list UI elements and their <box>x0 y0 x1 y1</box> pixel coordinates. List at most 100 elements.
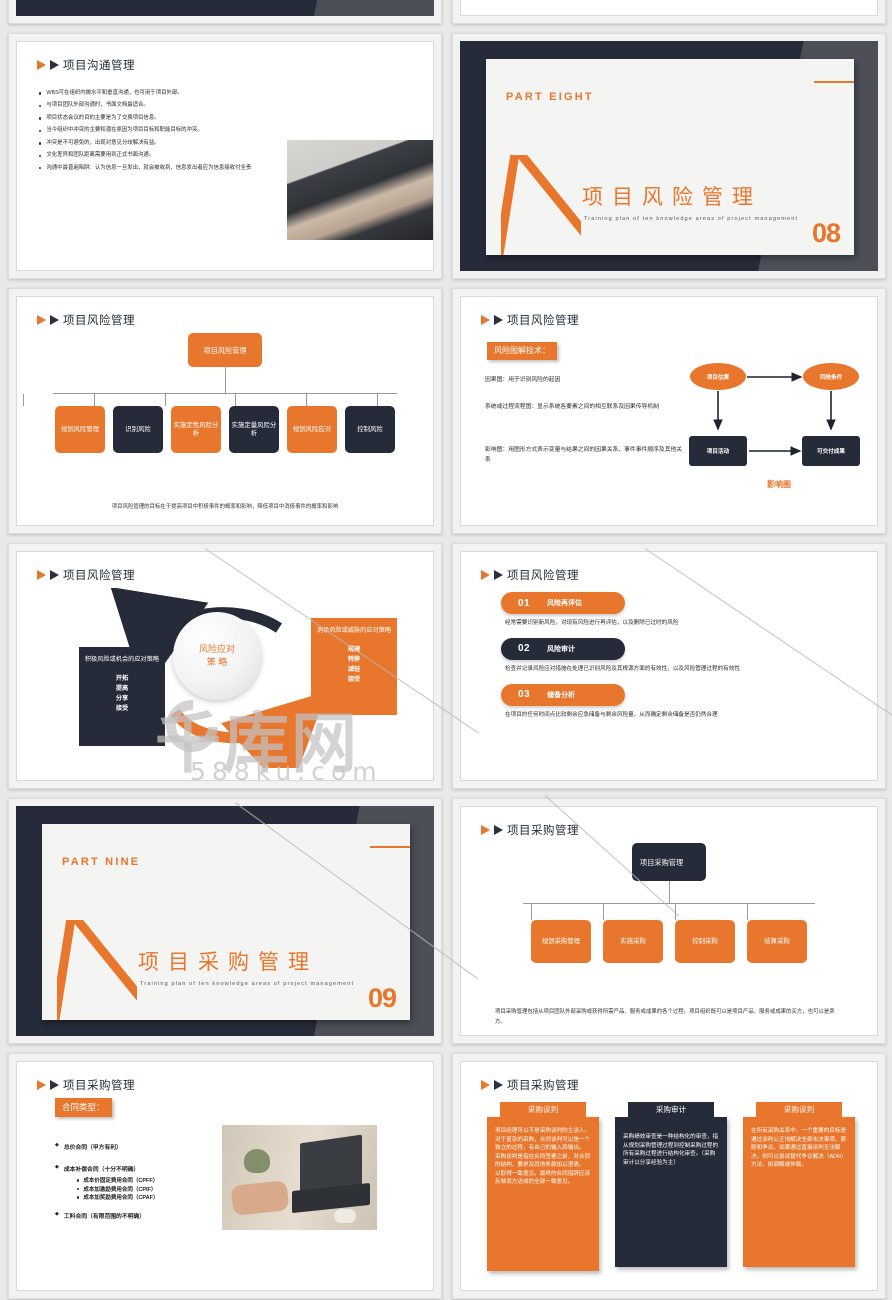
slide-thumbnail-contract-types[interactable]: 项目采购管理 合同类型： ◆ 总价合同（甲方有利） ◆ 成本补偿合同（十分不明确） … <box>8 1053 442 1299</box>
list-item-pill: 02 风险审计 <box>501 637 625 660</box>
chevron-right-dark-icon <box>50 60 59 70</box>
pill-description: 在项目的任何时间点比较剩余应急储备与剩余风险量，从而确定剩余储备是否仍然合理 <box>505 711 718 718</box>
slide-canvas: 项目沟通管理 WBS可在组织内做水平和垂直沟通，也可用于项目外部。 与项目团队外… <box>16 41 434 271</box>
slide-thumbnail-grid: 项目沟通管理 WBS可在组织内做水平和垂直沟通，也可用于项目外部。 与项目团队外… <box>0 0 892 1299</box>
contract-type-list: ◆ 总价合同（甲方有利） ◆ 成本补偿合同（十分不明确） 成本价固定费用合同（CPF… <box>55 1142 235 1224</box>
slide-title: 项目采购管理 <box>507 1080 579 1092</box>
slide-canvas <box>460 0 878 16</box>
slide-thumbnail-risk-diagram[interactable]: 项目风险管理 风险图解技术： 因果图：用于识别风险的起因 系统或过程流程图：显示… <box>452 288 886 534</box>
slide-canvas: 项目风险管理 风险图解技术： 因果图：用于识别风险的起因 系统或过程流程图：显示… <box>460 296 878 526</box>
part-dark-background <box>16 0 434 16</box>
card-body: 采购绩效审查是一种结构化的审查，指从规划采购管理过程到控制采购过程的所有采购过程… <box>615 1117 727 1267</box>
list-item: 与项目团队外部沟通时，书面文档最适合。 <box>39 102 289 109</box>
bullet-dot-icon <box>77 1179 80 1182</box>
slide-thumbnail-procurement-cards[interactable]: 项目采购管理 采购谈判 项目经理可以不是采购谈判的主谈人。 对于复杂的采购，合同… <box>452 1053 886 1299</box>
pill-description: 检查并记录风险应对措施在处理已识别风险及其根源方面的有效性，以及风险管理过程的有… <box>505 665 740 672</box>
diagram-caption: 影响图 <box>767 480 791 489</box>
slide-thumbnail-procurement-org[interactable]: 项目采购管理 项目采购管理 规划采购管理 实施采购 控制采购 结算采购 项目采购… <box>452 798 886 1044</box>
list-item-text: 工料合同（有限范围的不明确） <box>63 1213 146 1220</box>
part-number: 08 <box>811 218 841 248</box>
org-node: 实施采购 <box>603 920 663 963</box>
part-white-panel: PART EIGHT 项目风险管理 Training plan of ten k… <box>486 59 854 255</box>
slide-canvas: 项目采购管理 采购谈判 项目经理可以不是采购谈判的主谈人。 对于复杂的采购，合同… <box>460 1061 878 1291</box>
card-title: 采购谈判 <box>756 1102 842 1117</box>
list-item: 成本加奖励费用合同（CPAF） <box>77 1194 235 1203</box>
list-item-pill: 03 储备分析 <box>501 683 625 706</box>
slide-thumbnail-part-eight[interactable]: PART EIGHT 项目风险管理 Training plan of ten k… <box>452 33 886 279</box>
diagram-node: 项目活动 <box>689 436 747 466</box>
list-item-text: 沟通中最普遍陷阱：认为信息一旦发出，就会被收到，信息发出者应为信息接收付全责 <box>46 164 252 171</box>
slide-header: 项目风险管理 <box>37 312 135 328</box>
strategy-box-title: 消极风险或威胁的应对策略 <box>316 627 392 634</box>
part-subtitle-en: Training plan of ten knowledge areas of … <box>140 981 355 987</box>
part-subtitle-en: Training plan of ten knowledge areas of … <box>584 216 799 222</box>
pill-label: 储备分析 <box>547 691 575 699</box>
list-item-text: 成本加激励费用合同（CPIF） <box>83 1186 157 1193</box>
slide-canvas: 项目采购管理 合同类型： ◆ 总价合同（甲方有利） ◆ 成本补偿合同（十分不明确） … <box>16 1061 434 1291</box>
org-children: 规划风险管理 识别风险 实施定性风险分析 实施定量风险分析 规划风险应对 控制风… <box>17 406 433 453</box>
slide-canvas: PART NINE 项目采购管理 Training plan of ten kn… <box>16 806 434 1036</box>
slide-canvas: 项目风险管理 项目风险管理 规划风险管理 识别风险 实施定性风险分析 实施定量风… <box>16 296 434 526</box>
chevron-right-dark-icon <box>50 570 59 580</box>
org-root-node: 项目风险管理 <box>188 333 262 367</box>
slide-thumbnail-risk-org[interactable]: 项目风险管理 项目风险管理 规划风险管理 识别风险 实施定性风险分析 实施定量风… <box>8 288 442 534</box>
slide-title: 项目风险管理 <box>63 570 135 582</box>
slide-thumbnail-risk-strategy[interactable]: 项目风险管理 风险应对 策 略 积极风险或机会的应对策略 开拓 提高 分享 接受 <box>8 543 442 789</box>
slide-thumbnail-partial-left[interactable] <box>8 0 442 24</box>
org-chart: 项目采购管理 规划采购管理 实施采购 控制采购 结算采购 <box>461 843 877 963</box>
chevron-right-dark-icon <box>494 315 503 325</box>
org-node: 规划风险应对 <box>287 406 337 453</box>
part-number: 09 <box>367 983 397 1013</box>
org-node: 实施定性风险分析 <box>171 406 221 453</box>
list-item: 当今组织中冲突的主要和潜在原因为项目目标和职能目标的冲突。 <box>39 127 289 134</box>
chevron-right-orange-icon <box>481 570 490 580</box>
laptop-photo <box>222 1125 377 1230</box>
strategy-box-title: 积极风险或机会的应对策略 <box>84 656 160 663</box>
strategy-center-circle: 风险应对 策 略 <box>173 612 261 700</box>
diagram-node: 风险条件 <box>803 363 859 390</box>
org-node: 结算采购 <box>747 920 807 963</box>
chevron-right-dark-icon <box>50 315 59 325</box>
list-item: 成本价固定费用合同（CPFF） <box>77 1177 235 1186</box>
card-body: 项目经理可以不是采购谈判的主谈人。 对于复杂的采购，合同谈判可以是一个独立的过程… <box>487 1117 599 1271</box>
slide-title: 项目采购管理 <box>63 1080 135 1092</box>
bullet-list: WBS可在组织内做水平和垂直沟通，也可用于项目外部。 与项目团队外部沟通时，书面… <box>39 90 289 177</box>
org-connector-row <box>461 904 877 920</box>
list-item-text: 项目状态会议的目的主要是为了交换项目信息。 <box>46 114 160 121</box>
bullet-dot-icon <box>39 154 42 157</box>
lambda-decoration-icon <box>57 920 137 1020</box>
list-item: ◆ 总价合同（甲方有利） <box>55 1142 235 1151</box>
org-note: 项目风险管理的目标在于提高项目中积极事件的概率和影响，降低项目中消极事件的概率和… <box>111 504 339 510</box>
slide-thumbnail-partial-right[interactable] <box>452 0 886 24</box>
slide-title: 项目沟通管理 <box>63 60 135 72</box>
pill-description: 经常需要识别新风险，对现有风险进行再评估，以及删除已过时的风险 <box>505 620 679 626</box>
handshake-photo <box>287 140 433 240</box>
bullet-dot-icon <box>77 1187 80 1191</box>
slide-thumbnail-part-nine[interactable]: PART NINE 项目采购管理 Training plan of ten kn… <box>8 798 442 1044</box>
org-node: 控制风险 <box>345 406 395 453</box>
influence-diagram: 项目估算 风险条件 项目活动 可交付成果 <box>689 363 869 473</box>
slide-header: 项目采购管理 <box>37 1077 135 1093</box>
diagram-node: 可交付成果 <box>802 436 860 466</box>
bullet-dot-icon <box>39 117 42 120</box>
bullet-dot-icon <box>39 92 42 95</box>
slide-thumbnail-communication[interactable]: 项目沟通管理 WBS可在组织内做水平和垂直沟通，也可用于项目外部。 与项目团队外… <box>8 33 442 279</box>
slide-thumbnail-risk-control[interactable]: 项目风险管理 01 风险再评估 经常需要识别新风险，对现有风险进行再评估，以及删… <box>452 543 886 789</box>
org-root-node: 项目采购管理 <box>632 843 706 881</box>
chevron-right-orange-icon <box>37 1080 46 1090</box>
slide-title: 项目风险管理 <box>507 315 579 327</box>
section-tag: 合同类型： <box>55 1098 112 1117</box>
bullet-dot-icon <box>39 104 42 108</box>
slide-canvas: 项目采购管理 项目采购管理 规划采购管理 实施采购 控制采购 结算采购 项目采购… <box>460 806 878 1036</box>
pill-number: 02 <box>517 643 531 655</box>
chevron-right-orange-icon <box>37 315 46 325</box>
card-body: 在所有采购关系中，一个重要的目标是通过谈判公正地解决全部未决事项、索赔和争议。如… <box>743 1117 855 1267</box>
org-connector <box>224 367 226 393</box>
slide-header: 项目采购管理 <box>481 822 579 838</box>
list-item-pill: 01 风险再评估 <box>501 592 625 614</box>
pill-label: 风险审计 <box>547 645 575 653</box>
strategy-box-items: 规避 转移 减轻 接受 <box>347 645 361 684</box>
diamond-bullet-icon: ◆ <box>55 1164 59 1170</box>
slide-canvas: 项目风险管理 01 风险再评估 经常需要识别新风险，对现有风险进行再评估，以及删… <box>460 551 878 781</box>
chevron-right-dark-icon <box>494 825 503 835</box>
